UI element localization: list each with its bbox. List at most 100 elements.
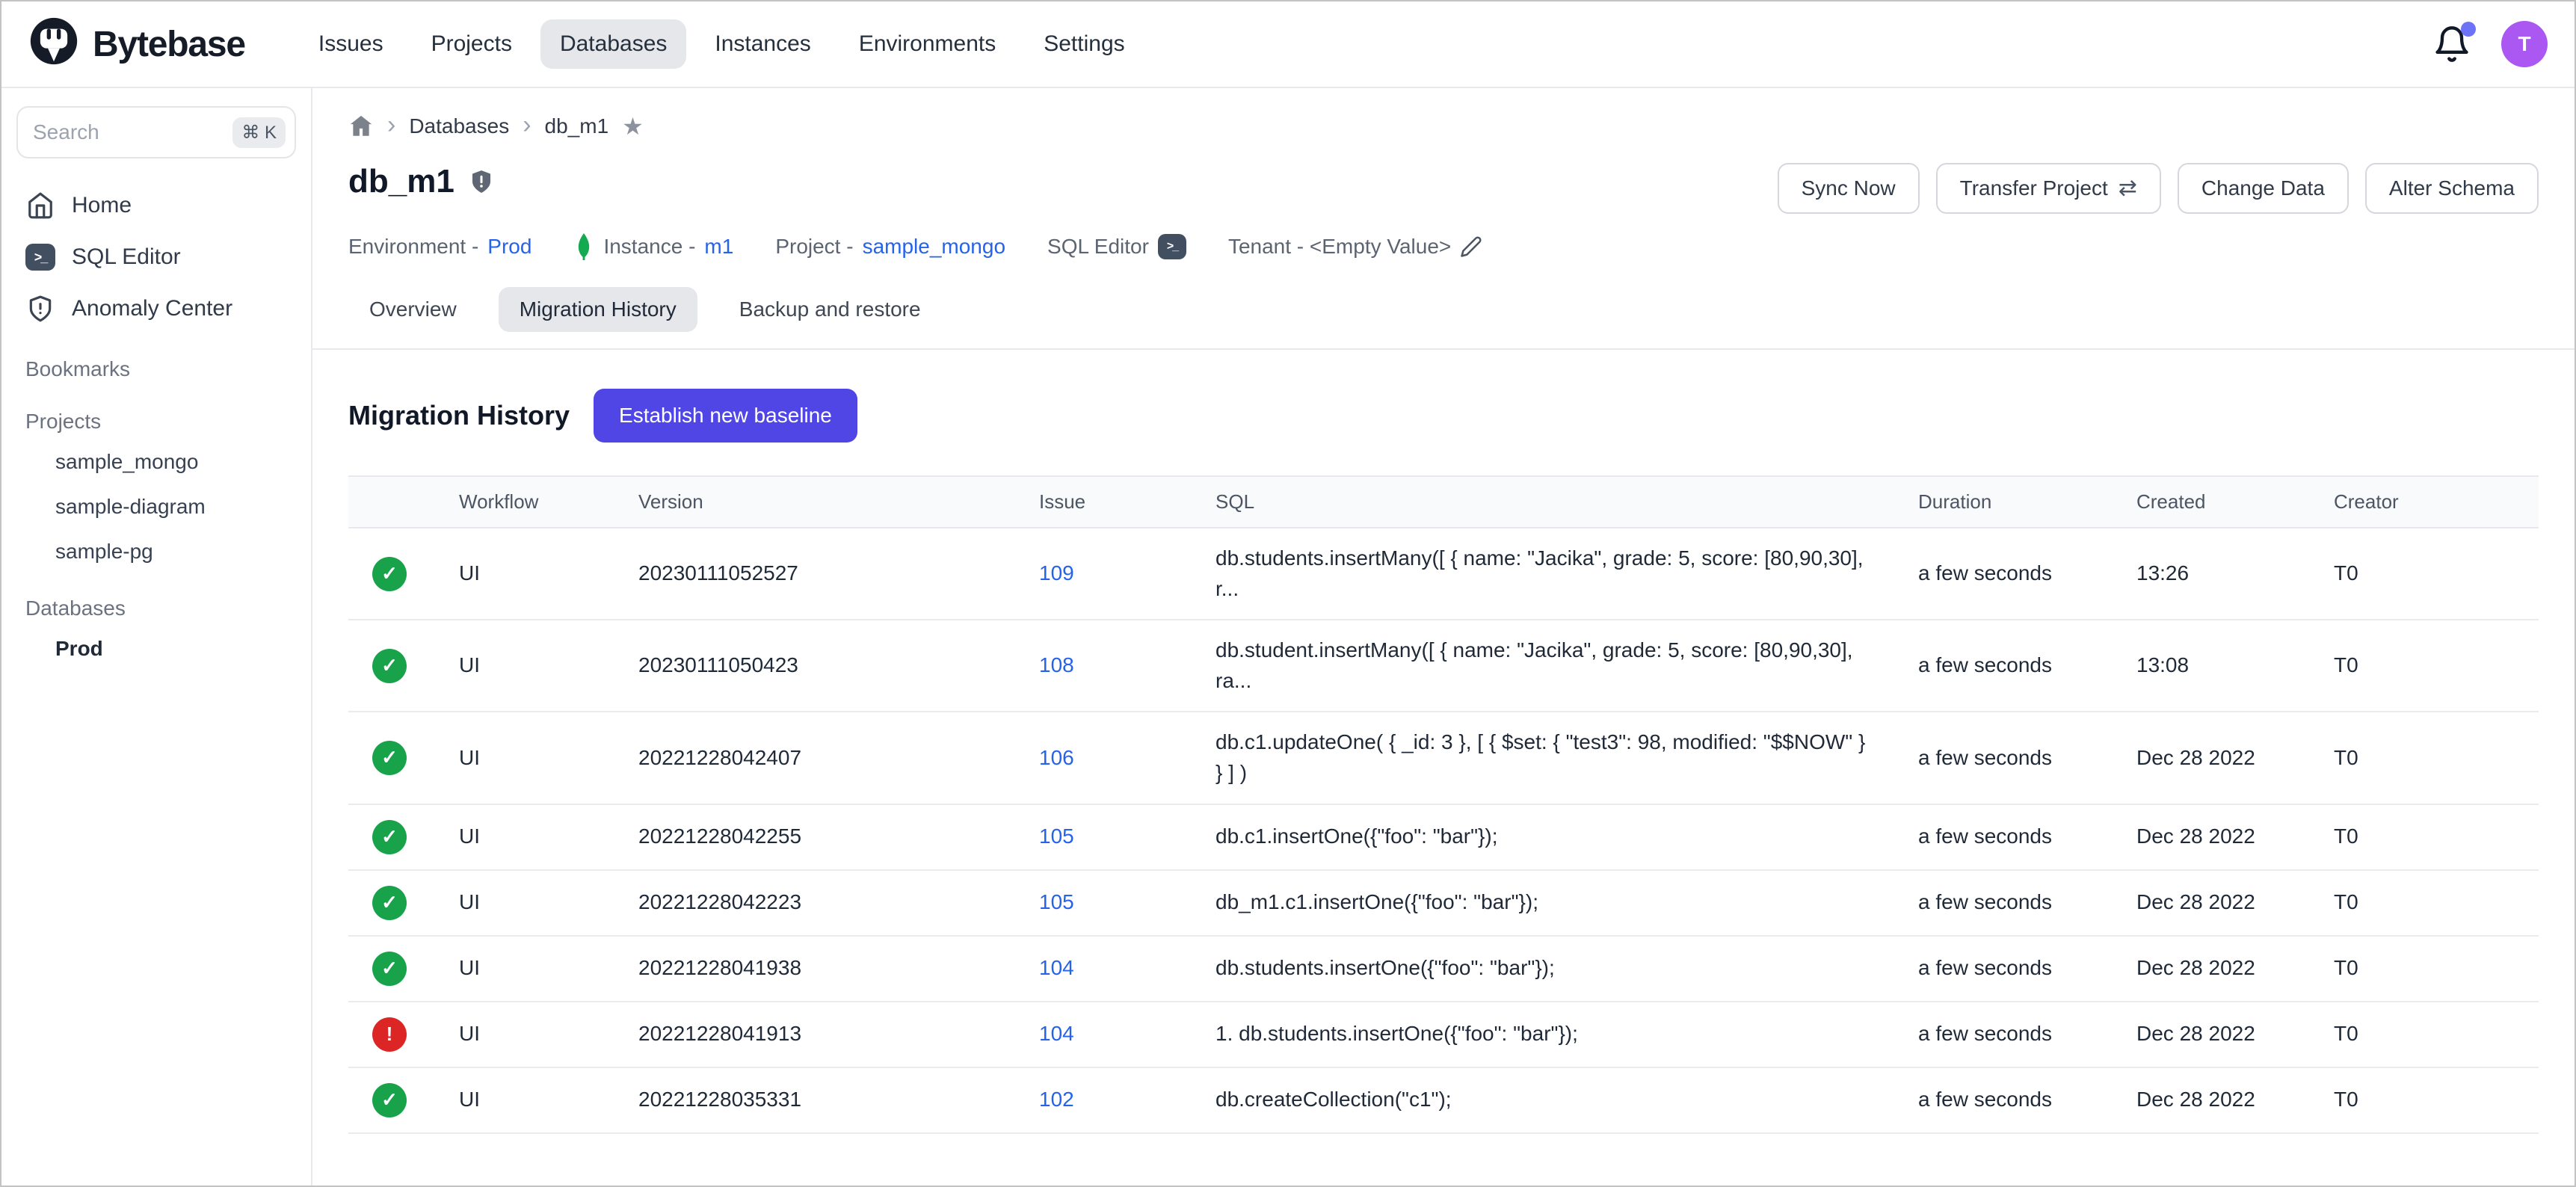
- breadcrumb-home-icon[interactable]: [348, 114, 374, 139]
- table-row: ✓UI20230111050423108db.student.insertMan…: [348, 620, 2539, 712]
- alter-schema-button[interactable]: Alter Schema: [2365, 163, 2539, 214]
- bytebase-logo[interactable]: Bytebase: [28, 16, 245, 73]
- establish-new-baseline-button[interactable]: Establish new baseline: [594, 389, 857, 443]
- issue-cell: 105: [1015, 804, 1192, 870]
- table-row: ✓UI20221228042255105db.c1.insertOne({"fo…: [348, 804, 2539, 870]
- col-version: Version: [614, 476, 1015, 528]
- issue-cell: 104: [1015, 1002, 1192, 1067]
- nav-item-instances[interactable]: Instances: [695, 19, 830, 69]
- transfer-project-button[interactable]: Transfer Project ⇄: [1936, 163, 2161, 214]
- instance-link[interactable]: m1: [704, 235, 733, 259]
- creator-cell: T0: [2310, 712, 2539, 804]
- sidebar-project-sample-diagram[interactable]: sample-diagram: [16, 484, 296, 529]
- table-row: ✓UI20230111052527109db.students.insertMa…: [348, 528, 2539, 620]
- workflow-cell: UI: [435, 620, 614, 712]
- col-sql: SQL: [1192, 476, 1894, 528]
- issue-link[interactable]: 109: [1039, 561, 1074, 585]
- issue-link[interactable]: 104: [1039, 1022, 1074, 1045]
- tab-overview[interactable]: Overview: [348, 287, 478, 332]
- sidebar-item-sql-editor[interactable]: >_ SQL Editor: [16, 232, 296, 283]
- search-shortcut-badge: ⌘ K: [232, 117, 286, 148]
- sql-editor-terminal-icon[interactable]: >_: [1158, 234, 1186, 259]
- issue-link[interactable]: 108: [1039, 653, 1074, 676]
- version-cell: 20221228042255: [614, 804, 1015, 870]
- created-cell: Dec 28 2022: [2113, 1067, 2310, 1133]
- sidebar-item-anomaly-center[interactable]: Anomaly Center: [16, 283, 296, 335]
- notification-bell-icon[interactable]: [2432, 25, 2471, 64]
- project-label: Project -: [775, 235, 853, 259]
- nav-item-environments[interactable]: Environments: [839, 19, 1015, 69]
- main-panel: › Databases › db_m1 ★ db_m1: [312, 88, 2575, 1186]
- table-row: !UI202212280419131041. db.students.inser…: [348, 1002, 2539, 1067]
- col-duration: Duration: [1894, 476, 2113, 528]
- issue-link[interactable]: 104: [1039, 956, 1074, 979]
- issue-link[interactable]: 105: [1039, 890, 1074, 913]
- tenant-label: Tenant - <Empty Value>: [1228, 235, 1451, 259]
- button-label: Sync Now: [1802, 176, 1896, 200]
- duration-cell: a few seconds: [1894, 936, 2113, 1002]
- issue-cell: 105: [1015, 870, 1192, 936]
- sync-now-button[interactable]: Sync Now: [1778, 163, 1920, 214]
- sidebar-project-sample-mongo[interactable]: sample_mongo: [16, 440, 296, 484]
- created-cell: Dec 28 2022: [2113, 804, 2310, 870]
- duration-cell: a few seconds: [1894, 804, 2113, 870]
- button-label: Change Data: [2201, 176, 2325, 200]
- created-cell: Dec 28 2022: [2113, 936, 2310, 1002]
- tab-migration-history[interactable]: Migration History: [499, 287, 697, 332]
- sidebar-project-sample-pg[interactable]: sample-pg: [16, 529, 296, 574]
- home-icon: [25, 191, 55, 220]
- protected-shield-icon: [468, 168, 495, 195]
- duration-cell: a few seconds: [1894, 1067, 2113, 1133]
- issue-link[interactable]: 106: [1039, 746, 1074, 769]
- version-cell: 20230111052527: [614, 528, 1015, 620]
- success-status-icon: ✓: [372, 1083, 407, 1117]
- col-status: [348, 476, 435, 528]
- nav-item-projects[interactable]: Projects: [412, 19, 531, 69]
- table-row: ✓UI20221228042223105db_m1.c1.insertOne({…: [348, 870, 2539, 936]
- bookmark-star-icon[interactable]: ★: [622, 112, 644, 141]
- search-input[interactable]: [33, 120, 232, 144]
- search-box[interactable]: ⌘ K: [16, 106, 296, 158]
- success-status-icon: ✓: [372, 820, 407, 854]
- col-created: Created: [2113, 476, 2310, 528]
- sidebar-section-bookmarks: Bookmarks: [16, 344, 296, 387]
- nav-item-settings[interactable]: Settings: [1024, 19, 1144, 69]
- creator-cell: T0: [2310, 528, 2539, 620]
- environment-link[interactable]: Prod: [487, 235, 531, 259]
- sql-cell: db.students.insertOne({"foo": "bar"});: [1192, 936, 1894, 1002]
- nav-right: T: [2432, 21, 2548, 67]
- sql-cell: 1. db.students.insertOne({"foo": "bar"})…: [1192, 1002, 1894, 1067]
- breadcrumb-databases[interactable]: Databases: [409, 114, 509, 138]
- version-cell: 20221228042223: [614, 870, 1015, 936]
- version-cell: 20221228035331: [614, 1067, 1015, 1133]
- change-data-button[interactable]: Change Data: [2178, 163, 2349, 214]
- tab-backup-and-restore[interactable]: Backup and restore: [718, 287, 942, 332]
- sql-cell: db.students.insertMany([ { name: "Jacika…: [1192, 528, 1894, 620]
- sidebar-item-home[interactable]: Home: [16, 179, 296, 232]
- migration-history-heading: Migration History: [348, 400, 570, 431]
- sidebar-item-label: SQL Editor: [72, 244, 181, 270]
- edit-pencil-icon[interactable]: [1460, 235, 1482, 258]
- workflow-cell: UI: [435, 1067, 614, 1133]
- nav-item-databases[interactable]: Databases: [540, 19, 686, 69]
- database-meta-row: Environment - Prod Instance - m1: [348, 233, 2539, 260]
- avatar[interactable]: T: [2501, 21, 2548, 67]
- table-row: ✓UI20221228042407106db.c1.updateOne( { _…: [348, 712, 2539, 804]
- nav-item-issues[interactable]: Issues: [299, 19, 403, 69]
- migration-history-section: Migration History Establish new baseline…: [348, 350, 2539, 1134]
- page-title: db_m1: [348, 163, 455, 200]
- created-cell: Dec 28 2022: [2113, 712, 2310, 804]
- issue-cell: 108: [1015, 620, 1192, 712]
- table-header-row: Workflow Version Issue SQL Duration Crea…: [348, 476, 2539, 528]
- bytebase-logo-icon: [28, 16, 79, 73]
- version-cell: 20221228041913: [614, 1002, 1015, 1067]
- top-navbar: Bytebase Issues Projects Databases Insta…: [1, 1, 2575, 88]
- sidebar-section-databases: Databases: [16, 583, 296, 626]
- created-cell: Dec 28 2022: [2113, 1002, 2310, 1067]
- workflow-cell: UI: [435, 1002, 614, 1067]
- sidebar-database-prod[interactable]: Prod: [16, 626, 296, 671]
- button-label: Alter Schema: [2389, 176, 2515, 200]
- issue-link[interactable]: 102: [1039, 1088, 1074, 1111]
- project-link[interactable]: sample_mongo: [863, 235, 1005, 259]
- issue-link[interactable]: 105: [1039, 824, 1074, 848]
